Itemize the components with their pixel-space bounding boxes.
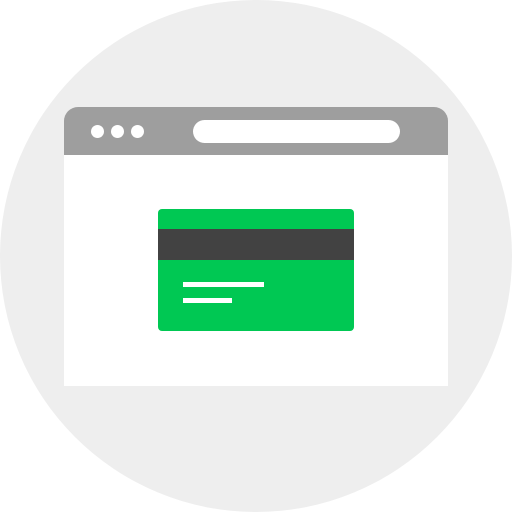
browser-title-bar <box>64 107 448 155</box>
window-dot-icon <box>91 125 104 138</box>
card-text-line <box>183 298 232 303</box>
card-magnetic-stripe <box>158 229 354 260</box>
online-payment-illustration <box>0 0 512 512</box>
card-text-line <box>183 282 264 287</box>
window-dot-icon <box>111 125 124 138</box>
address-bar <box>193 120 400 143</box>
window-dot-icon <box>131 125 144 138</box>
credit-card-icon <box>158 209 354 331</box>
